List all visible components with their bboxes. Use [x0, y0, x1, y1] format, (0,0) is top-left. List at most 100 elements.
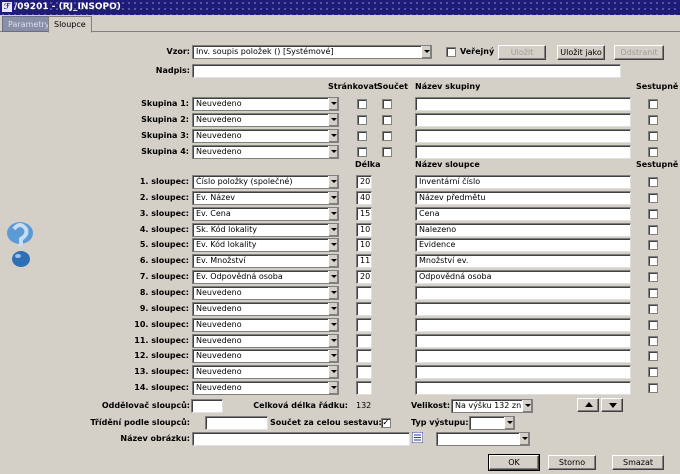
soucet-checkbox[interactable]	[382, 131, 392, 141]
sestupne-checkbox[interactable]	[648, 224, 658, 235]
chevron-down-icon[interactable]	[328, 191, 338, 204]
move-up-button[interactable]	[577, 398, 599, 412]
column-name-input[interactable]: Odpovědná osoba	[415, 270, 631, 285]
column-length-input[interactable]	[356, 285, 372, 300]
oddelovac-input[interactable]	[191, 399, 223, 413]
chevron-down-icon[interactable]	[328, 350, 338, 363]
nazev-obrazku-input[interactable]	[192, 432, 410, 446]
trideni-input[interactable]	[205, 416, 268, 430]
sestupne-checkbox[interactable]	[648, 256, 658, 267]
column-name-input[interactable]: Cena	[415, 206, 631, 221]
column-name-input[interactable]: Inventární číslo	[415, 175, 631, 189]
group-select[interactable]: Neuvedeno	[192, 97, 339, 111]
column-length-input[interactable]	[356, 317, 372, 332]
strankovat-checkbox[interactable]	[357, 115, 367, 125]
tab-sloupce[interactable]: Sloupce	[48, 16, 92, 33]
chevron-down-icon[interactable]	[328, 223, 338, 236]
group-select[interactable]: Neuvedeno	[192, 129, 339, 143]
strankovat-checkbox[interactable]	[357, 147, 367, 157]
group-name-input[interactable]	[415, 145, 631, 159]
group-select[interactable]: Neuvedeno	[192, 113, 339, 127]
ulozit-jako-button[interactable]: Uložit jako	[557, 45, 605, 60]
storno-button[interactable]: Storno	[548, 455, 596, 470]
sestupne-checkbox[interactable]	[648, 367, 658, 378]
verejny-checkbox[interactable]	[446, 47, 456, 57]
soucet-celou-checkbox[interactable]: ✓	[381, 418, 391, 428]
sestupne-checkbox[interactable]	[648, 115, 658, 125]
column-length-input[interactable]: 20	[356, 270, 372, 285]
column-select[interactable]: Ev. Cena	[192, 206, 339, 221]
column-select[interactable]: Neuvedeno	[192, 333, 339, 348]
chevron-down-icon[interactable]	[328, 334, 338, 347]
column-length-input[interactable]: 10	[356, 222, 372, 237]
column-select[interactable]: Sk. Kód lokality	[192, 222, 339, 237]
chevron-down-icon[interactable]	[328, 318, 338, 331]
chevron-down-icon[interactable]	[328, 176, 338, 188]
vzor-select[interactable]: Inv. soupis položek () [Systémové]	[192, 45, 432, 59]
sestupne-checkbox[interactable]	[648, 335, 658, 346]
typ-vystupu-select[interactable]	[469, 416, 515, 430]
column-length-input[interactable]: 11	[356, 254, 372, 269]
smazat-button[interactable]: Smazat	[612, 455, 664, 470]
chevron-down-icon[interactable]	[328, 98, 338, 110]
sestupne-checkbox[interactable]	[648, 192, 658, 203]
chevron-down-icon[interactable]	[519, 433, 529, 445]
velikost-select[interactable]: Na výšku 132 zn.	[451, 399, 533, 413]
sestupne-checkbox[interactable]	[648, 131, 658, 141]
nadpis-input[interactable]	[192, 64, 621, 78]
sestupne-checkbox[interactable]	[648, 319, 658, 330]
chevron-down-icon[interactable]	[328, 130, 338, 142]
chevron-down-icon[interactable]	[328, 239, 338, 252]
chevron-down-icon[interactable]	[328, 255, 338, 268]
column-select[interactable]: Neuvedeno	[192, 317, 339, 332]
column-select[interactable]: Ev. Název	[192, 190, 339, 205]
soucet-checkbox[interactable]	[382, 99, 392, 109]
sestupne-checkbox[interactable]	[648, 208, 658, 219]
column-name-input[interactable]: Evidence	[415, 238, 631, 253]
strankovat-checkbox[interactable]	[357, 99, 367, 109]
odstranit-button[interactable]: Odstranit	[614, 45, 664, 60]
chevron-down-icon[interactable]	[328, 146, 338, 158]
column-length-input[interactable]: 10	[356, 238, 372, 253]
column-name-input[interactable]	[415, 301, 631, 316]
column-name-input[interactable]	[415, 285, 631, 300]
move-down-button[interactable]	[601, 398, 623, 412]
chevron-down-icon[interactable]	[328, 271, 338, 284]
chevron-down-icon[interactable]	[421, 46, 431, 58]
column-length-input[interactable]: 40	[356, 190, 372, 205]
column-select[interactable]: Neuvedeno	[192, 349, 339, 364]
group-name-input[interactable]	[415, 97, 631, 111]
soucet-checkbox[interactable]	[382, 115, 392, 125]
column-name-input[interactable]: Název předmětu	[415, 190, 631, 205]
column-length-input[interactable]	[356, 333, 372, 348]
sestupne-checkbox[interactable]	[648, 240, 658, 251]
group-name-input[interactable]	[415, 129, 631, 143]
sestupne-checkbox[interactable]	[648, 147, 658, 157]
column-length-input[interactable]	[356, 365, 372, 380]
list-icon[interactable]	[412, 432, 423, 443]
chevron-down-icon[interactable]	[504, 417, 514, 429]
column-select[interactable]: Neuvedeno	[192, 365, 339, 380]
column-name-input[interactable]	[415, 349, 631, 364]
chevron-down-icon[interactable]	[328, 114, 338, 126]
sestupne-checkbox[interactable]	[648, 383, 658, 394]
sestupne-checkbox[interactable]	[648, 99, 658, 109]
column-select[interactable]: Ev. Kód lokality	[192, 238, 339, 253]
column-select[interactable]: Neuvedeno	[192, 285, 339, 300]
column-length-input[interactable]	[356, 349, 372, 364]
sestupne-checkbox[interactable]	[648, 287, 658, 298]
column-select[interactable]: Ev. Odpovědná osoba	[192, 270, 339, 285]
chevron-down-icon[interactable]	[328, 302, 338, 315]
group-select[interactable]: Neuvedeno	[192, 145, 339, 159]
ok-button[interactable]: OK	[488, 454, 540, 471]
column-select[interactable]: Neuvedeno	[192, 301, 339, 316]
chevron-down-icon[interactable]	[328, 207, 338, 220]
sestupne-checkbox[interactable]	[648, 303, 658, 314]
column-length-input[interactable]: 20	[356, 175, 372, 189]
column-name-input[interactable]	[415, 333, 631, 348]
chevron-down-icon[interactable]	[328, 366, 338, 379]
ulozit-button[interactable]: Uložit	[498, 45, 546, 60]
column-length-input[interactable]: 15	[356, 206, 372, 221]
column-name-input[interactable]	[415, 381, 631, 396]
column-select[interactable]: Ev. Množství	[192, 254, 339, 269]
